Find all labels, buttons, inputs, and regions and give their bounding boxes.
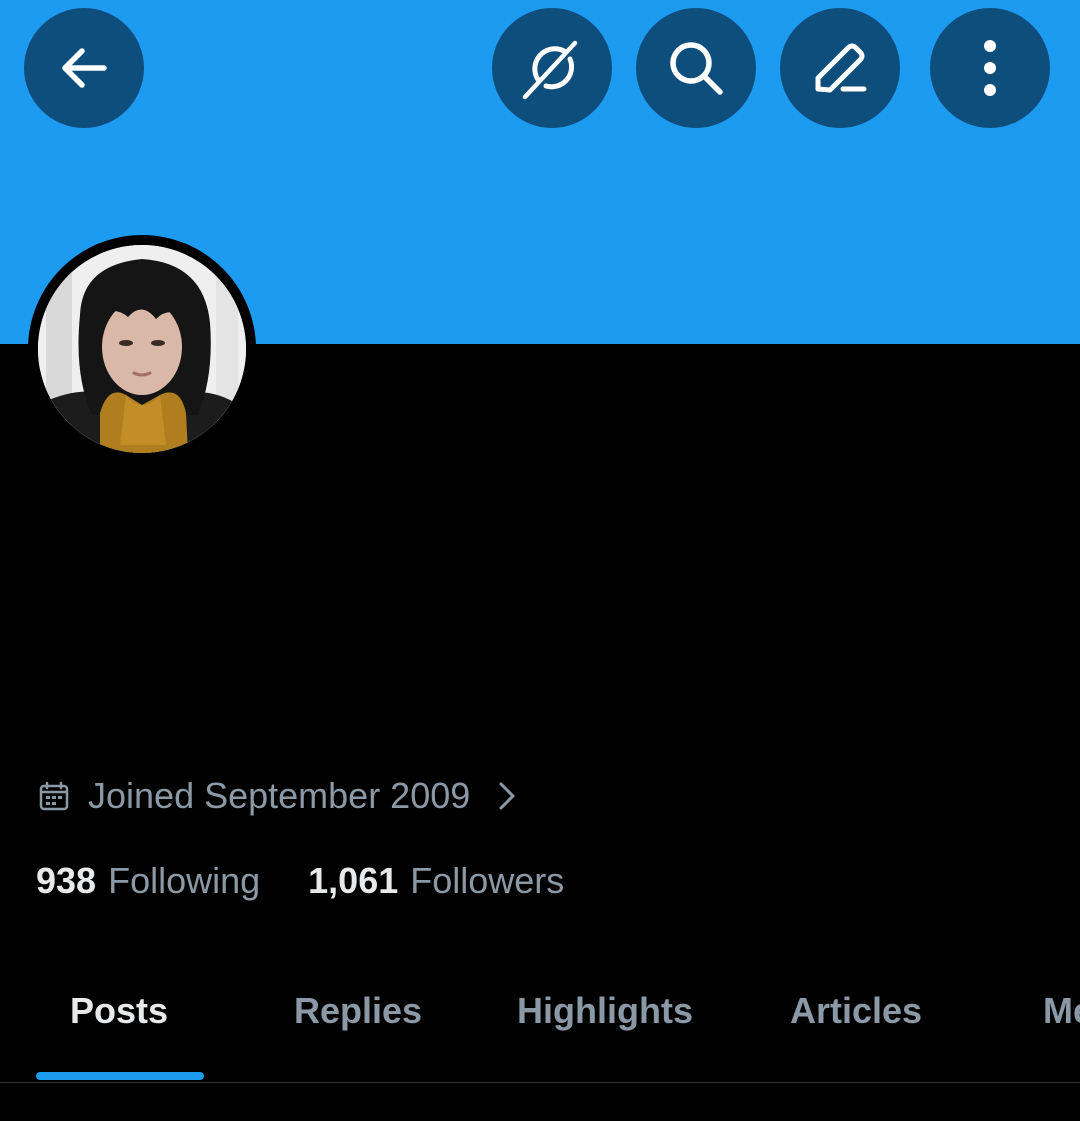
followers-link[interactable]: 1,061 Followers xyxy=(308,860,564,902)
more-options-button[interactable] xyxy=(930,8,1050,128)
tabs-divider xyxy=(0,1082,1080,1083)
followers-count: 1,061 xyxy=(308,860,399,901)
edit-pencil-icon xyxy=(815,43,867,93)
followers-label: Followers xyxy=(410,860,565,901)
tab-highlights[interactable]: Highlights xyxy=(517,990,693,1032)
follow-stats: 938 Following 1,061 Followers xyxy=(36,856,564,906)
joined-date-text: Joined September 2009 xyxy=(88,775,471,816)
following-label: Following xyxy=(108,860,261,901)
more-vertical-icon xyxy=(984,40,996,96)
tab-posts[interactable]: Posts xyxy=(70,990,168,1032)
grok-button[interactable] xyxy=(492,8,612,128)
avatar-photo xyxy=(38,245,246,453)
calendar-icon xyxy=(38,780,70,812)
joined-date-row[interactable]: Joined September 2009 xyxy=(38,772,518,820)
profile-avatar[interactable] xyxy=(38,245,246,453)
tab-media[interactable]: Media xyxy=(1043,990,1080,1032)
following-count: 938 xyxy=(36,860,97,901)
grok-icon xyxy=(522,40,578,100)
back-button[interactable] xyxy=(24,8,144,128)
avatar-ring xyxy=(28,235,256,463)
back-arrow-icon xyxy=(62,48,107,88)
search-icon xyxy=(670,42,723,95)
chevron-right-icon xyxy=(496,780,518,812)
profile-page: Joined September 2009 938 Following 1,06… xyxy=(0,0,1080,1121)
profile-tabs: Posts Replies Highlights Articles Media xyxy=(0,960,1080,1082)
tab-replies[interactable]: Replies xyxy=(294,990,422,1032)
edit-button[interactable] xyxy=(780,8,900,128)
tab-articles[interactable]: Articles xyxy=(790,990,922,1032)
following-link[interactable]: 938 Following xyxy=(36,860,260,902)
active-tab-indicator xyxy=(36,1072,204,1080)
search-button[interactable] xyxy=(636,8,756,128)
